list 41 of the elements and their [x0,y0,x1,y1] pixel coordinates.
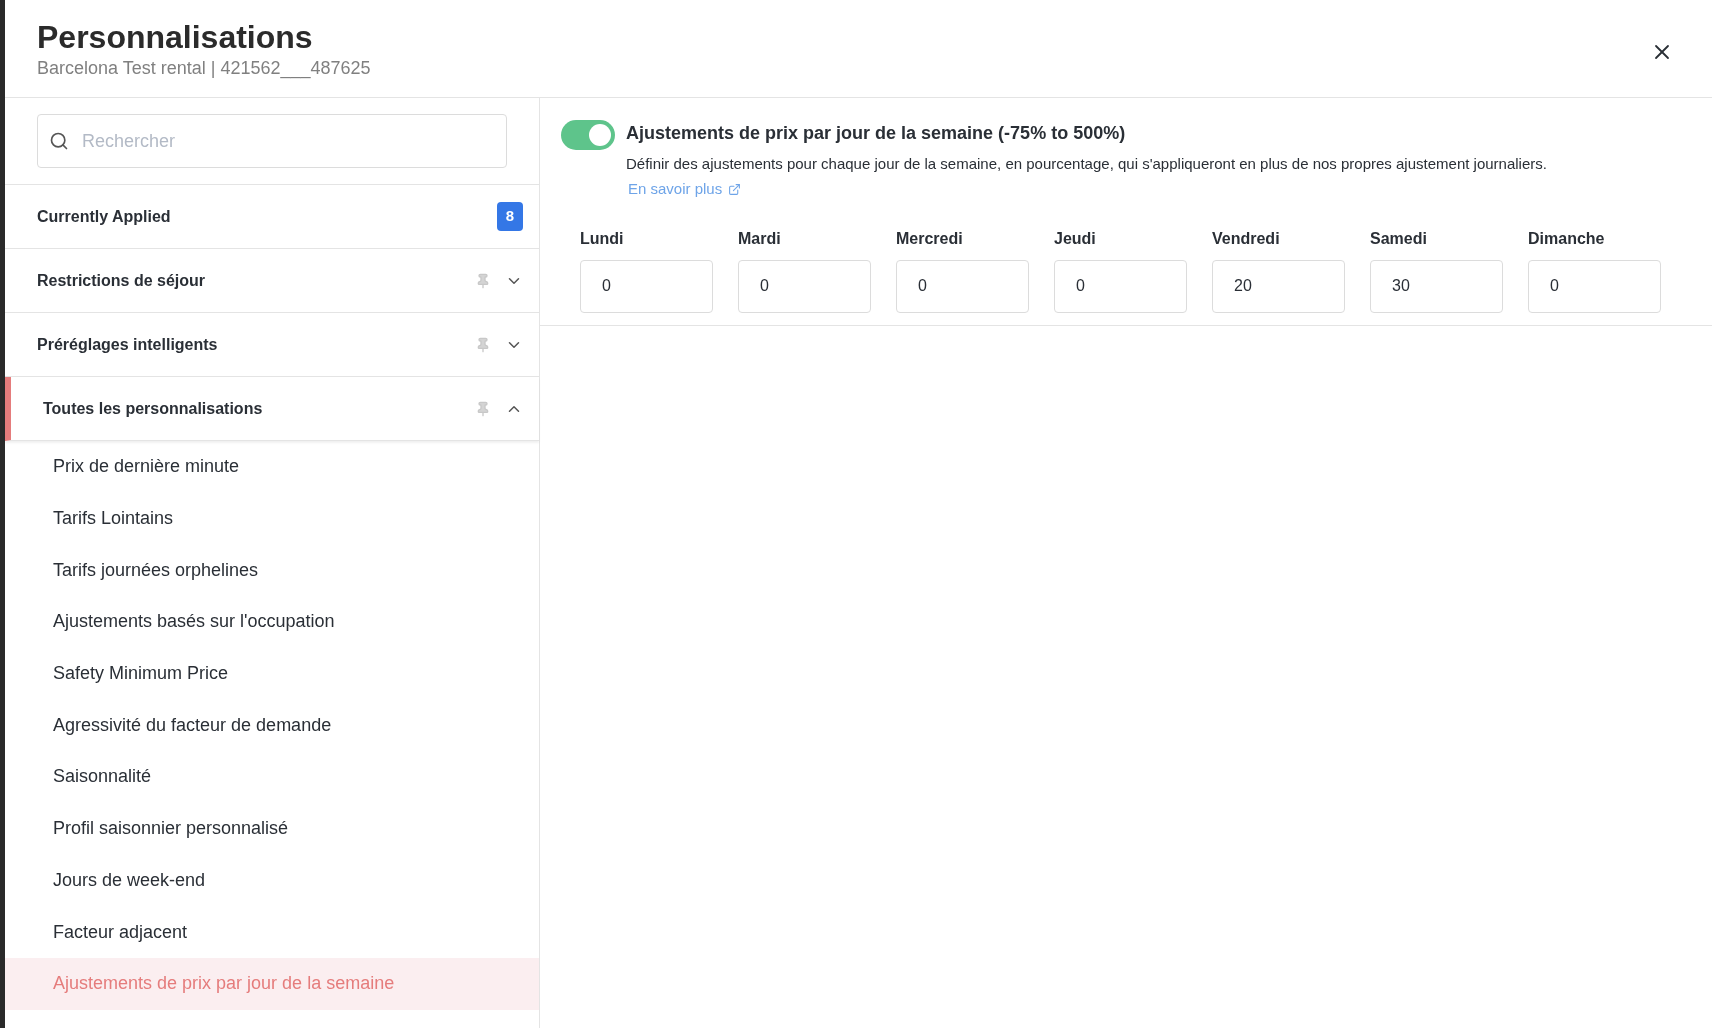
day-label: Dimanche [1528,228,1606,249]
sidebar-item[interactable]: Safety Minimum Price [5,647,539,700]
day-label: Mardi [738,228,782,249]
day-input[interactable]: 0 [580,259,713,313]
search-field[interactable]: Rechercher [37,114,507,168]
section-label: Currently Applied [37,206,172,227]
day-input[interactable]: 0 [738,259,871,313]
panel-subtitle: Barcelona Test rental | 421562___487625 [37,57,371,80]
day-input[interactable]: 0 [1054,259,1187,313]
day-label: Vendredi [1212,228,1281,249]
day-input[interactable]: 0 [896,259,1029,313]
sidebar-section[interactable]: Restrictions de séjour [5,249,539,313]
count-badge: 8 [496,202,523,231]
toggle-switch[interactable] [561,120,615,150]
day-label: Mercredi [896,228,964,249]
sidebar-item[interactable]: Tarifs journées orphelines [5,544,539,597]
panel-title: Personnalisations [37,18,314,56]
day-input[interactable]: 20 [1212,259,1345,313]
section-label: Restrictions de séjour [37,270,207,291]
sidebar-item[interactable]: Profil saisonnier personnalisé [5,802,539,855]
day-label: Lundi [580,228,625,249]
sidebar-section[interactable]: Préréglages intelligents [5,313,539,377]
search-icon [49,131,69,151]
sidebar-item[interactable]: Jours de week-end [5,854,539,907]
sidebar-item[interactable]: Tarifs Lointains [5,492,539,545]
setting-title: Ajustements de prix par jour de la semaine (-75% to 500%) [626,122,1127,145]
day-label: Samedi [1370,228,1428,249]
section-label: Préréglages intelligents [37,334,219,355]
sidebar-section[interactable]: Currently Applied 8 [5,185,539,249]
day-input[interactable]: 30 [1370,259,1503,313]
sidebar-item[interactable]: Prix de dernière minute [5,441,539,493]
day-input[interactable]: 0 [1528,259,1661,313]
day-label: Jeudi [1054,228,1097,249]
sidebar-item[interactable]: Saisonnalité [5,751,539,803]
sidebar-item[interactable]: Agressivité du facteur de demande [5,699,539,752]
external-link-icon [728,182,742,196]
sidebar-item[interactable]: Ajustements basés sur l'occupation [5,596,539,648]
sidebar-section[interactable]: Toutes les personnalisations [5,377,539,441]
setting-description: Définir des ajustements pour chaque jour de la semaine, en pourcentage, qui s'appliqueront en plus de nos propres ajustement journaliers. [626,154,1547,174]
sidebar-item[interactable]: Facteur adjacent [5,906,539,958]
section-label: Toutes les personnalisations [43,398,264,419]
